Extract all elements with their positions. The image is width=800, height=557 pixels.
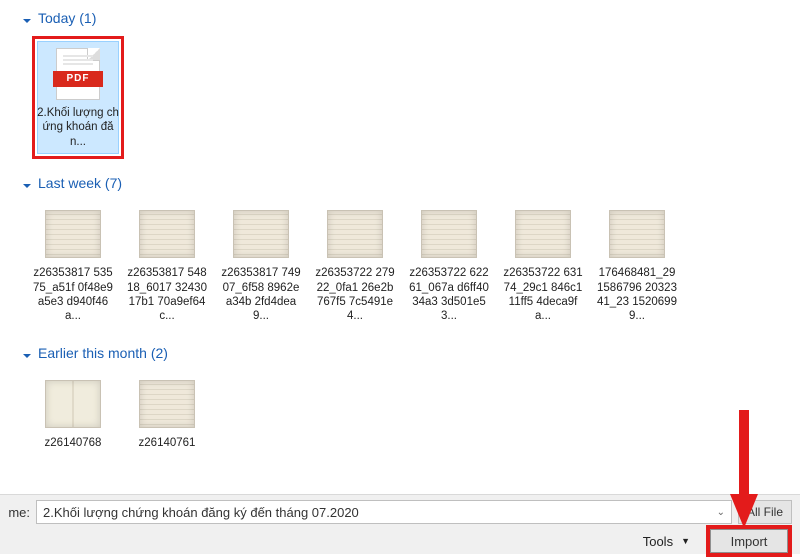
file-grid-lastweek: z26353817 53575_a51f 0f48e9a5e3 d940f46a… (14, 197, 800, 339)
annotation-highlight-import: Import (706, 525, 792, 557)
filename-label: me: (8, 505, 30, 520)
file-label: z26353817 74907_6f58 8962ea34b 2fd4dea9.… (220, 266, 302, 324)
image-thumbnail-icon (609, 206, 665, 262)
file-item[interactable]: z26140761 (126, 371, 208, 455)
chevron-down-icon: ▼ (681, 536, 690, 546)
image-thumbnail-icon (45, 376, 101, 432)
file-item[interactable]: 176468481_291586796 2032341_23 15206999.… (596, 201, 678, 329)
annotation-highlight-pdf: PDF 2.Khối lượng chứng khoán đăn... (32, 36, 124, 159)
file-item[interactable]: z26353722 63174_29c1 846c111ff5 4deca9fa… (502, 201, 584, 329)
file-item-pdf[interactable]: PDF 2.Khối lượng chứng khoán đăn... (37, 41, 119, 154)
file-label: z26353722 62261_067a d6ff4034a3 3d501e53… (408, 266, 490, 324)
file-label: z26140768 (32, 436, 114, 450)
image-thumbnail-icon (233, 206, 289, 262)
file-label: z26140761 (126, 436, 208, 450)
file-item[interactable]: z26353817 54818_6017 3243017b1 70a9ef64c… (126, 201, 208, 329)
file-item[interactable]: z26353722 27922_0fa1 26e2b767f5 7c5491e4… (314, 201, 396, 329)
image-thumbnail-icon (139, 376, 195, 432)
bottom-bar: me: 2.Khối lượng chứng khoán đăng ký đến… (0, 494, 800, 554)
file-grid-today: PDF 2.Khối lượng chứng khoán đăn... (14, 32, 800, 169)
chevron-down-icon (22, 13, 32, 23)
file-label: z26353722 63174_29c1 846c111ff5 4deca9fa… (502, 266, 584, 324)
file-type-filter[interactable]: All File (738, 500, 792, 524)
image-thumbnail-icon (515, 206, 571, 262)
group-label: Today (1) (38, 10, 96, 26)
chevron-down-icon: ⌄ (717, 507, 725, 518)
file-label: 176468481_291586796 2032341_23 15206999.… (596, 266, 678, 324)
file-label: z26353722 27922_0fa1 26e2b767f5 7c5491e4… (314, 266, 396, 324)
filename-combobox[interactable]: 2.Khối lượng chứng khoán đăng ký đến thá… (36, 500, 732, 524)
image-thumbnail-icon (45, 206, 101, 262)
file-item[interactable]: z26140768 (32, 371, 114, 455)
file-item[interactable]: z26353722 62261_067a d6ff4034a3 3d501e53… (408, 201, 490, 329)
import-button[interactable]: Import (710, 529, 788, 553)
group-header-today[interactable]: Today (1) (22, 10, 800, 26)
file-label: 2.Khối lượng chứng khoán đăn... (37, 106, 119, 149)
tools-menu[interactable]: Tools ▼ (643, 534, 690, 549)
pdf-icon: PDF (50, 46, 106, 102)
file-label: z26353817 54818_6017 3243017b1 70a9ef64c… (126, 266, 208, 324)
filter-label: All File (747, 505, 783, 519)
filename-value: 2.Khối lượng chứng khoán đăng ký đến thá… (43, 505, 359, 520)
image-thumbnail-icon (421, 206, 477, 262)
file-list-pane: Today (1) PDF 2.Khối lượng chứng khoán đ… (14, 0, 800, 494)
file-item[interactable]: z26353817 74907_6f58 8962ea34b 2fd4dea9.… (220, 201, 302, 329)
import-label: Import (731, 534, 768, 549)
image-thumbnail-icon (327, 206, 383, 262)
group-header-earlier[interactable]: Earlier this month (2) (22, 345, 800, 361)
file-grid-earlier: z26140768 z26140761 (14, 367, 800, 465)
group-label: Earlier this month (2) (38, 345, 168, 361)
file-label: z26353817 53575_a51f 0f48e9a5e3 d940f46a… (32, 266, 114, 324)
group-label: Last week (7) (38, 175, 122, 191)
file-item[interactable]: z26353817 53575_a51f 0f48e9a5e3 d940f46a… (32, 201, 114, 329)
image-thumbnail-icon (139, 206, 195, 262)
chevron-down-icon (22, 348, 32, 358)
chevron-down-icon (22, 178, 32, 188)
tools-label: Tools (643, 534, 673, 549)
group-header-lastweek[interactable]: Last week (7) (22, 175, 800, 191)
